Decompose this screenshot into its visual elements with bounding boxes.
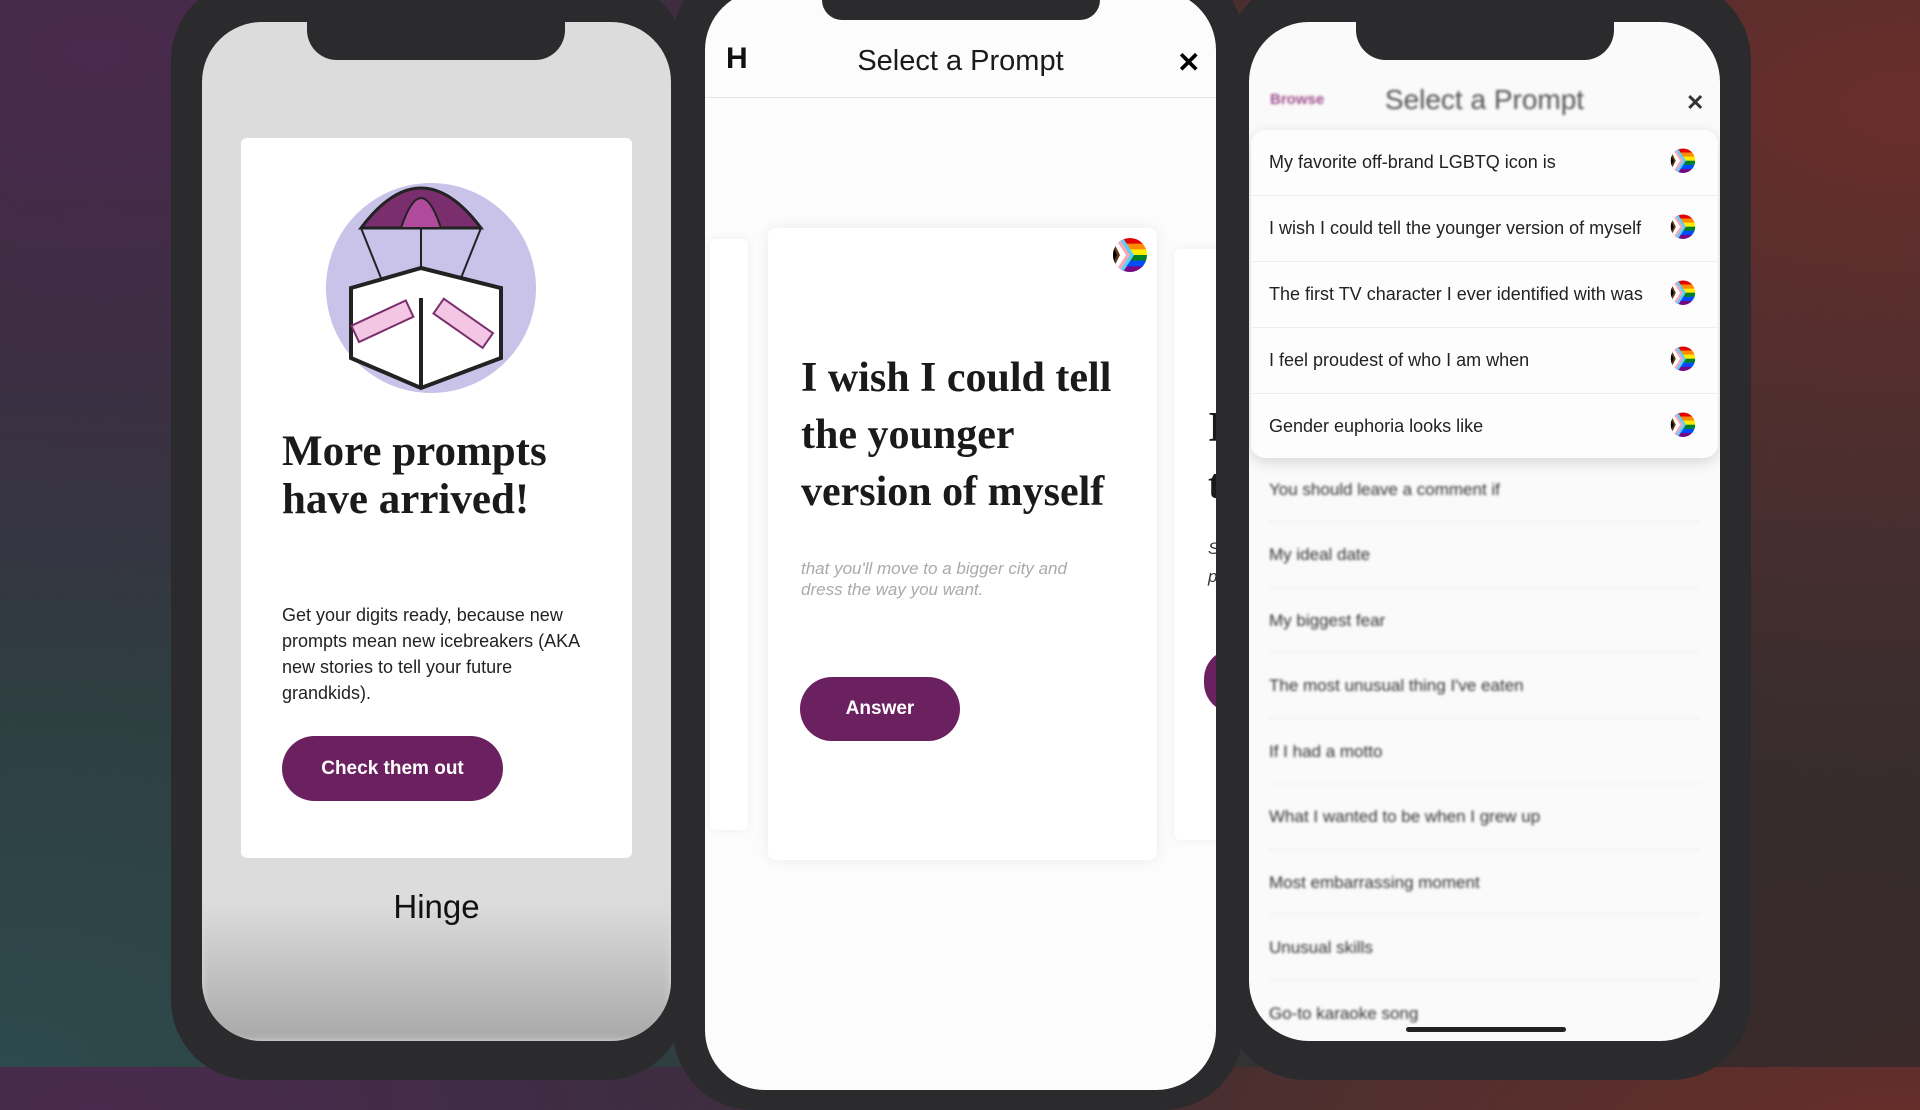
prompt-text: I wish I could tell the younger version … [801,355,1112,515]
pride-flag-icon [1670,346,1696,374]
phone-3-notch [1356,0,1614,60]
prompt-list-item[interactable]: What I wanted to be when I grew up [1269,786,1700,850]
next-card-text: I [1208,404,1216,452]
hinge-logo: Hinge [393,888,480,925]
prompt-list-item[interactable]: The most unusual thing I've eaten [1269,655,1700,719]
prompt-list-item[interactable]: Most embarrassing moment [1269,851,1700,915]
prompt-list-item[interactable]: If I had a motto [1269,720,1700,784]
pride-flag-icon [1670,214,1696,242]
announcement-heading: More prompts have arrived! [282,428,547,523]
prompt-list-item[interactable]: My biggest fear [1269,589,1700,653]
prompt-label: I feel proudest of who I am when [1269,350,1530,370]
next-card-text: t [1208,462,1216,508]
answer-button[interactable]: Answer [800,677,960,741]
page-title: Select a Prompt [857,45,1064,77]
next-card-hint: p [1208,567,1216,587]
prompt-list-item[interactable]: My ideal date [1269,524,1700,588]
phone-1-screen: More prompts have arrived! Get your digi… [202,22,671,1041]
pride-flag-icon [1670,412,1696,440]
header-divider [705,97,1216,98]
prompt-list-item[interactable]: Unusual skills [1269,917,1700,981]
close-icon[interactable]: ✕ [1177,46,1200,79]
prompt-list-item[interactable]: Go-to karaoke song [1269,982,1700,1041]
featured-prompt-item[interactable]: I wish I could tell the younger version … [1251,196,1718,262]
featured-prompt-item[interactable]: Gender euphoria looks like [1251,394,1718,458]
phone-2-screen: H Select a Prompt ✕ I wish I could tell … [705,0,1216,1090]
close-icon[interactable]: ✕ [1686,90,1704,116]
phone-2-notch [822,0,1100,20]
featured-prompt-item[interactable]: I feel proudest of who I am when [1251,328,1718,394]
check-them-out-button[interactable]: Check them out [282,736,503,801]
phone-3-screen: Browse Select a Prompt ✕ You should leav… [1249,22,1720,1041]
prev-prompt-card[interactable] [710,239,748,830]
prompt-label: I wish I could tell the younger version … [1269,218,1642,238]
featured-prompt-item[interactable]: My favorite off-brand LGBTQ icon is [1251,130,1718,196]
prompt-label: The first TV character I ever identified… [1269,284,1643,304]
prompt-label: Gender euphoria looks like [1269,416,1484,436]
phone-1-notch [307,0,565,60]
page-title: Select a Prompt [1384,84,1585,115]
announcement-body: Get your digits ready, because new promp… [282,605,580,703]
prompt-list-item[interactable]: You should leave a comment if [1269,458,1700,522]
parachute-crate-illustration [326,183,536,393]
announcement-card: More prompts have arrived! Get your digi… [241,138,632,858]
next-card-button[interactable] [1204,649,1216,713]
pride-flag-icon [1113,238,1147,277]
home-indicator [1406,1027,1566,1032]
next-prompt-card[interactable]: I t S p [1174,249,1216,840]
pride-flag-icon [1670,148,1696,176]
pride-flag-icon [1670,280,1696,308]
next-card-hint: S [1208,539,1216,559]
featured-prompt-item[interactable]: The first TV character I ever identified… [1251,262,1718,328]
featured-prompts-popup: My favorite off-brand LGBTQ icon is I wis… [1251,130,1718,458]
prompt-label: My favorite off-brand LGBTQ icon is [1269,152,1556,172]
prompt-card[interactable]: I wish I could tell the younger version … [768,228,1157,860]
answer-hint: that you'll move to a bigger city and dr… [801,559,1067,599]
